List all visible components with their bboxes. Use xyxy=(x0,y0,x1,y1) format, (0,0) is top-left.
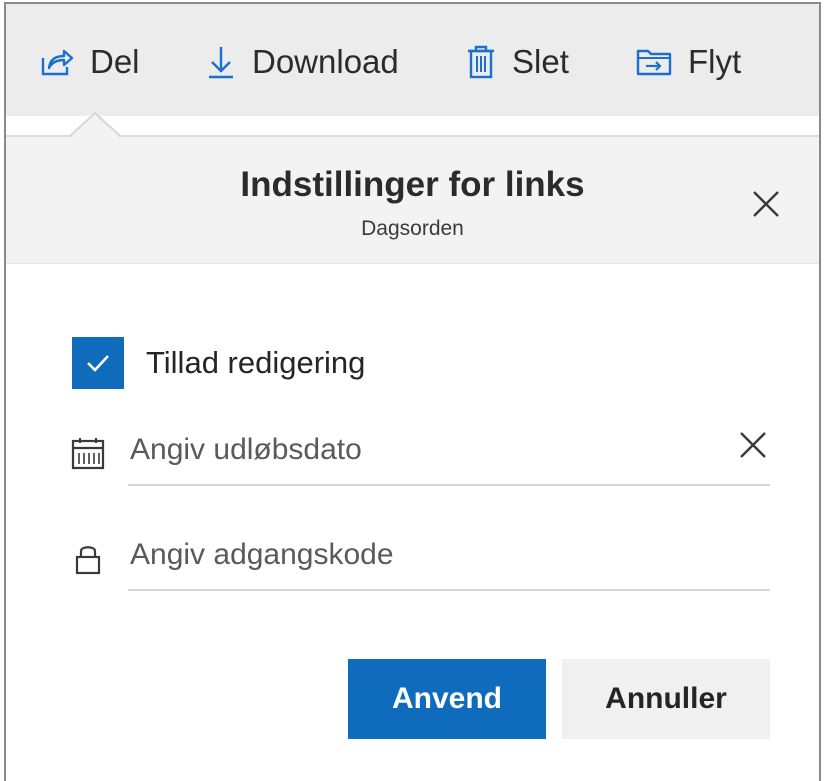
cancel-button[interactable]: Annuller xyxy=(562,659,770,739)
password-input[interactable] xyxy=(128,521,770,591)
checkmark-icon xyxy=(87,355,109,372)
clear-expiry-button[interactable] xyxy=(736,428,770,462)
move-button[interactable]: Flyt xyxy=(636,34,741,90)
apply-button[interactable]: Anvend xyxy=(348,659,546,739)
close-button[interactable] xyxy=(749,187,783,221)
move-label: Flyt xyxy=(688,43,742,80)
panel-title: Indstillinger for links xyxy=(240,165,585,204)
download-icon xyxy=(206,45,236,79)
delete-button[interactable]: Slet xyxy=(466,34,569,90)
allow-editing-label: Tillad redigering xyxy=(146,345,366,380)
allow-editing-checkbox[interactable] xyxy=(72,337,124,389)
move-to-folder-icon xyxy=(636,47,672,77)
share-icon xyxy=(40,47,74,77)
download-label: Download xyxy=(252,43,399,80)
expiry-date-row xyxy=(70,416,770,486)
callout-pointer xyxy=(70,112,120,138)
panel-subtitle: Dagsorden xyxy=(361,217,464,240)
link-settings-window: Del Download Slet Flyt Indstillinger for… xyxy=(4,2,821,781)
download-button[interactable]: Download xyxy=(206,34,399,90)
lock-icon xyxy=(75,546,101,575)
delete-label: Slet xyxy=(512,43,569,80)
password-row xyxy=(70,521,770,591)
command-toolbar: Del Download Slet Flyt xyxy=(6,4,819,116)
panel-header: Indstillinger for links Dagsorden xyxy=(6,137,819,264)
share-label: Del xyxy=(90,43,140,80)
close-icon xyxy=(740,432,766,458)
expiry-date-input[interactable] xyxy=(128,416,770,486)
share-button[interactable]: Del xyxy=(40,34,140,90)
close-icon xyxy=(753,191,779,217)
allow-editing-option[interactable]: Tillad redigering xyxy=(72,337,365,389)
trash-icon xyxy=(466,44,496,80)
calendar-icon xyxy=(71,438,105,470)
